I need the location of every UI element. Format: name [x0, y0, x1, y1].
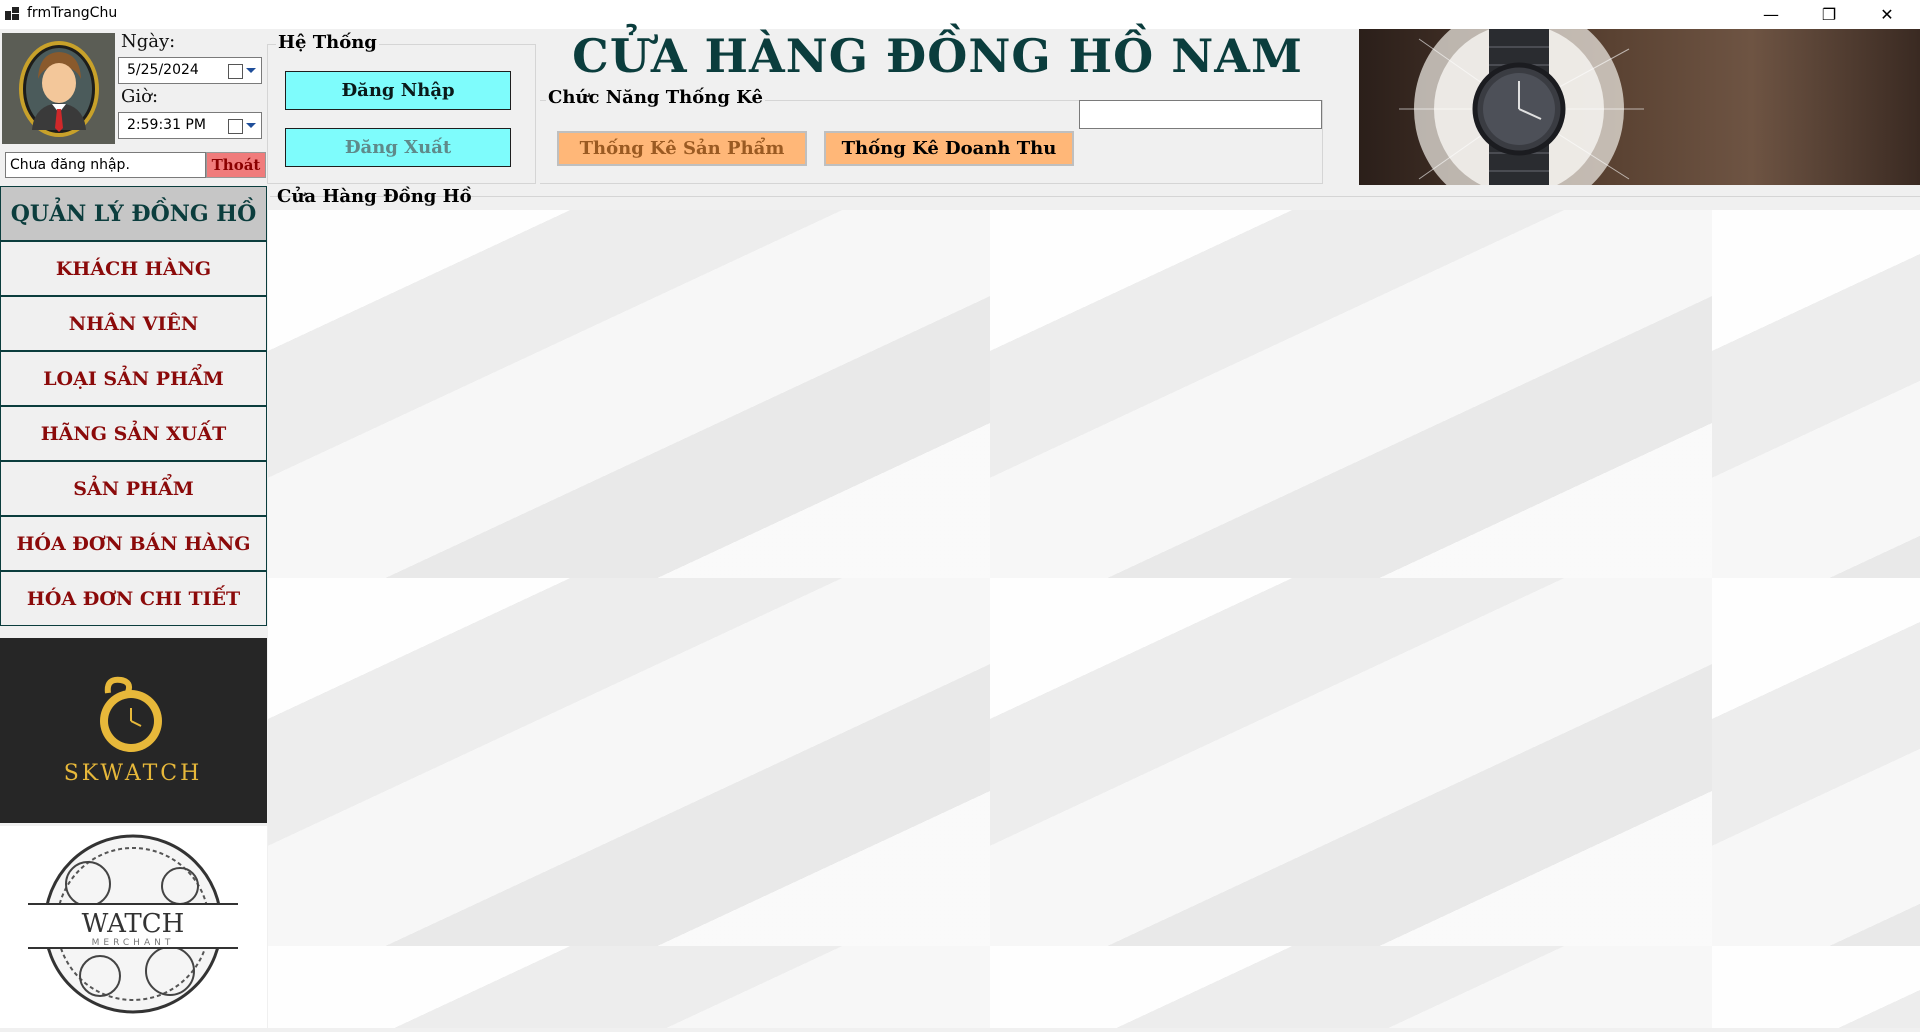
chevron-down-icon[interactable] [246, 68, 256, 73]
brand-logo: SKWATCH [0, 638, 267, 823]
calendar-icon[interactable] [228, 119, 243, 134]
date-picker[interactable]: 5/25/2024 [118, 57, 262, 84]
user-avatar-icon [19, 41, 99, 137]
close-button[interactable]: ✕ [1858, 0, 1916, 29]
date-value: 5/25/2024 [127, 62, 199, 78]
search-input[interactable] [1079, 100, 1322, 129]
revenue-stats-button[interactable]: Thống Kê Doanh Thu [824, 131, 1074, 166]
main-title: Cửa Hàng Đồng Hồ [277, 186, 472, 207]
brand-logo-text: SKWATCH [64, 761, 203, 786]
restore-button[interactable]: ❐ [1800, 0, 1858, 29]
nav-item-products[interactable]: SẢN PHẨM [0, 461, 267, 516]
nav-item-employees[interactable]: NHÂN VIÊN [0, 296, 267, 351]
stats-group-title: Chức Năng Thống Kê [546, 87, 765, 108]
nav-item-sales-invoices[interactable]: HÓA ĐƠN BÁN HÀNG [0, 516, 267, 571]
time-picker[interactable]: 2:59:31 PM [118, 112, 262, 139]
merchant-logo: WATCH MERCHANT [0, 826, 267, 1028]
time-value: 2:59:31 PM [127, 117, 206, 133]
store-title: CỬA HÀNG ĐỒNG HỒ NAM [572, 29, 1303, 83]
app-icon [5, 7, 19, 20]
watch-photo-icon [1399, 29, 1644, 185]
skwatch-logo-icon: SKWATCH [64, 676, 203, 786]
merchant-logo-text: WATCH [82, 909, 185, 939]
window-title: frmTrangChu [27, 5, 118, 21]
watch-merchant-logo-icon: WATCH MERCHANT [28, 834, 238, 1014]
login-button[interactable]: Đăng Nhập [285, 71, 511, 110]
time-label: Giờ: [121, 86, 159, 107]
calendar-icon[interactable] [228, 64, 243, 79]
nav-item-invoice-details[interactable]: HÓA ĐƠN CHI TIẾT [0, 571, 267, 626]
banner-image [1359, 29, 1920, 185]
main-content-area [268, 210, 1920, 1028]
sidebar-header: QUẢN LÝ ĐỒNG HỒ [0, 186, 267, 241]
logout-button[interactable]: Đăng Xuất [285, 128, 511, 167]
divider [270, 196, 1920, 197]
system-group-title: Hệ Thống [276, 32, 379, 53]
product-stats-button[interactable]: Thống Kê Sản Phẩm [557, 131, 807, 166]
nav-item-customers[interactable]: KHÁCH HÀNG [0, 241, 267, 296]
date-label: Ngày: [121, 31, 176, 52]
login-status-field[interactable]: Chưa đăng nhập. [5, 152, 206, 178]
nav-item-manufacturers[interactable]: HÃNG SẢN XUẤT [0, 406, 267, 461]
exit-button[interactable]: Thoát [206, 152, 266, 178]
minimize-button[interactable]: — [1742, 0, 1800, 29]
nav-item-product-types[interactable]: LOẠI SẢN PHẨM [0, 351, 267, 406]
merchant-logo-subtext: MERCHANT [92, 938, 175, 948]
title-bar: frmTrangChu — ❐ ✕ [0, 0, 1920, 29]
chevron-down-icon[interactable] [246, 123, 256, 128]
avatar [2, 33, 115, 144]
